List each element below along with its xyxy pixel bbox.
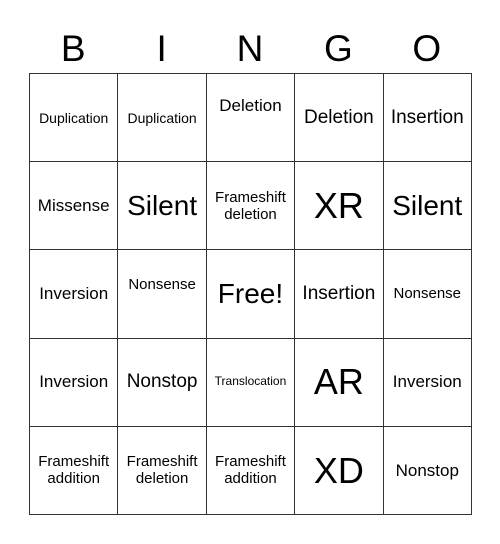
bingo-header: B I N G O [29, 26, 471, 72]
cell-label: Inversion [39, 284, 109, 304]
cell-label: Insertion [302, 283, 376, 305]
bingo-cell[interactable]: Frameshift deletion [117, 425, 207, 515]
bingo-cell[interactable]: Deletion [294, 72, 384, 163]
cell-label: AR [313, 361, 364, 403]
grid-row: Duplication Duplication Deletion Deletio… [28, 72, 472, 163]
bingo-cell[interactable]: Frameshift deletion [205, 161, 296, 251]
bingo-cell[interactable]: Inversion [28, 337, 119, 427]
cell-label: Nonsense [128, 276, 196, 294]
header-letter-n: N [236, 28, 264, 69]
bingo-grid: Duplication Duplication Deletion Deletio… [28, 72, 472, 515]
header-letter-i: I [156, 28, 167, 69]
cell-label: XD [313, 449, 364, 491]
bingo-cell[interactable]: Inversion [28, 249, 119, 339]
bingo-cell[interactable]: Duplication [117, 72, 207, 163]
cell-label: XR [313, 185, 364, 227]
bingo-cell[interactable]: XR [294, 161, 384, 251]
cell-label: Duplication [127, 109, 197, 126]
cell-label: Missense [37, 196, 110, 215]
header-letter-b: B [60, 28, 86, 69]
free-space-cell[interactable]: Free! [205, 249, 296, 339]
bingo-cell[interactable]: AR [294, 337, 384, 427]
bingo-cell[interactable]: Frameshift addition [28, 425, 119, 515]
cell-label: Nonstop [395, 460, 459, 480]
cell-label: Silent [127, 189, 198, 221]
bingo-cell[interactable]: XD [294, 425, 384, 515]
bingo-cell[interactable]: Duplication [28, 72, 119, 163]
bingo-cell[interactable]: Translocation [205, 337, 296, 427]
bingo-cell[interactable]: Silent [117, 161, 207, 251]
cell-label: Frameshift deletion [126, 453, 198, 488]
cell-label: Duplication [39, 109, 109, 126]
bingo-cell[interactable]: Insertion [294, 249, 384, 339]
cell-label: Nonsense [393, 285, 462, 303]
cell-label: Deletion [219, 96, 282, 116]
grid-row: Inversion Nonstop Translocation AR Inver… [28, 337, 472, 427]
bingo-cell[interactable]: Nonstop [382, 425, 472, 515]
header-letter-g: G [323, 28, 353, 69]
cell-label: Nonstop [126, 371, 198, 393]
grid-row: Inversion Nonsense Free! Insertion Nonse… [28, 249, 472, 339]
grid-row: Missense Silent Frameshift deletion XR S… [28, 161, 472, 251]
bingo-cell[interactable]: Missense [28, 161, 119, 251]
cell-label: Translocation [214, 374, 287, 389]
bingo-cell[interactable]: Inversion [382, 337, 472, 427]
bingo-cell[interactable]: Insertion [382, 72, 472, 163]
free-space-label: Free! [217, 277, 284, 309]
cell-label: Inversion [392, 372, 462, 392]
cell-label: Silent [392, 189, 463, 221]
header-letter-o: O [412, 28, 442, 69]
cell-label: Frameshift deletion [215, 188, 286, 223]
cell-label: Inversion [39, 372, 109, 392]
grid-row: Frameshift addition Frameshift deletion … [28, 425, 472, 515]
bingo-cell[interactable]: Silent [382, 161, 472, 251]
bingo-cell[interactable]: Nonsense [117, 249, 207, 339]
cell-label: Deletion [304, 106, 374, 128]
bingo-cell[interactable]: Nonsense [382, 249, 472, 339]
cell-label: Frameshift addition [215, 453, 286, 488]
bingo-cell[interactable]: Nonstop [117, 337, 207, 427]
bingo-cell[interactable]: Deletion [205, 72, 296, 163]
cell-label: Frameshift addition [38, 453, 110, 488]
bingo-cell[interactable]: Frameshift addition [205, 425, 296, 515]
cell-label: Insertion [390, 106, 464, 128]
